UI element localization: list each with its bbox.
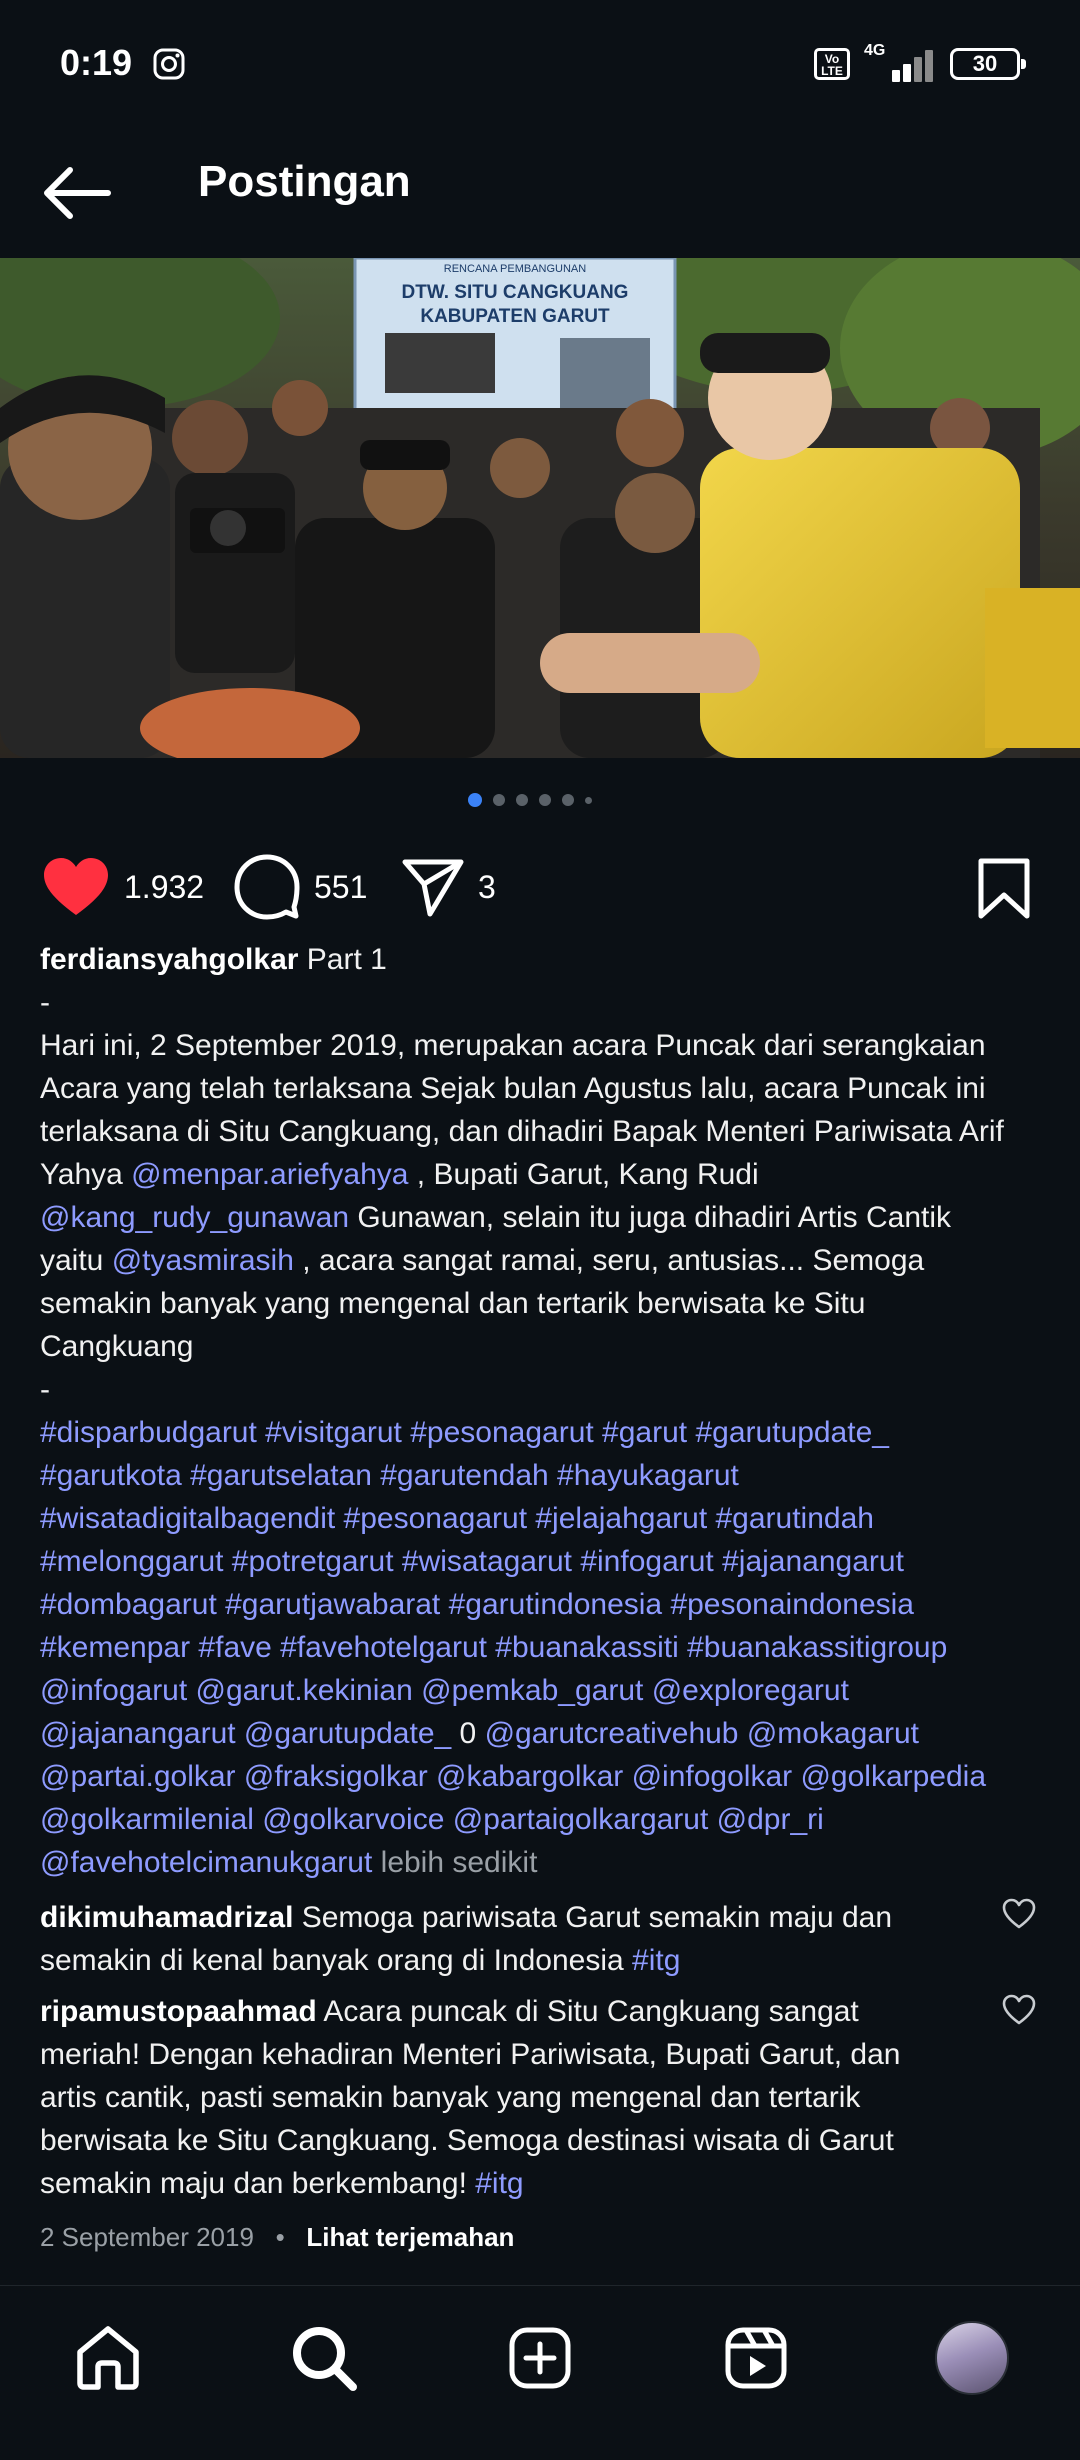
mention-line[interactable]: @golkarmilenial @golkarvoice @partaigolk…: [40, 1798, 1050, 1841]
heart-filled-icon[interactable]: [42, 857, 110, 917]
status-time: 0:19: [60, 42, 133, 83]
hashtag-line[interactable]: #kemenpar #fave #favehotelgarut #buanaka…: [40, 1626, 1050, 1669]
hashtag-line[interactable]: #disparbudgarut #visitgarut #pesonagarut…: [40, 1411, 1050, 1454]
reels-icon[interactable]: [724, 2326, 788, 2390]
comment-text: Semoga pariwisata Garut semakin maju dan: [293, 1901, 893, 1934]
carousel-dot-small: [585, 796, 592, 804]
carousel-dot: [539, 794, 551, 806]
caption-text-4a: Yahya: [40, 1158, 132, 1191]
caption-text-8: Cangkuang: [40, 1330, 194, 1363]
page-title: Postingan: [198, 157, 411, 206]
nav-reels[interactable]: [716, 2318, 796, 2398]
comment-icon[interactable]: [234, 854, 300, 920]
comment-text: semakin di kenal banyak orang di Indones…: [40, 1944, 633, 1977]
add-post-icon[interactable]: [508, 2326, 572, 2390]
comment-item: dikimuhamadrizal Semoga pariwisata Garut…: [40, 1896, 1000, 1982]
share-action[interactable]: 3: [402, 838, 496, 936]
post-caption: ferdiansyahgolkar Part 1 - Hari ini, 2 S…: [40, 938, 1050, 1884]
carousel-dot: [516, 794, 528, 806]
caption-text-3: terlaksana di Situ Cangkuang, dan dihadi…: [40, 1115, 1004, 1148]
comment-hashtag[interactable]: #itg: [475, 2167, 523, 2200]
carousel-dot: [562, 794, 574, 806]
caption-dash-2: -: [40, 1373, 50, 1406]
comment-action[interactable]: 551: [234, 838, 367, 936]
mention-favehotel[interactable]: @favehotelcimanukgarut: [40, 1846, 372, 1879]
bottom-navigation: [0, 2285, 1080, 2460]
instagram-post-screen: 0:19 Vo LTE 4G 30 Postingan RENCANA PEMB…: [0, 0, 1080, 2460]
post-photo-illustration: RENCANA PEMBANGUNAN DTW. SITU CANGKUANG …: [0, 258, 1080, 758]
hashtag-block: #disparbudgarut #visitgarut #pesonagarut…: [40, 1411, 1050, 1884]
nav-search[interactable]: [284, 2318, 364, 2398]
comment-text: semakin maju dan berkembang!: [40, 2167, 476, 2200]
caption-username[interactable]: ferdiansyahgolkar: [40, 943, 298, 976]
comment-username[interactable]: dikimuhamadrizal: [40, 1901, 293, 1934]
caption-text-7: semakin banyak yang mengenal dan tertari…: [40, 1287, 866, 1320]
status-indicators: Vo LTE 4G 30: [814, 42, 1026, 84]
signal-icon: 4G: [864, 42, 936, 82]
post-meta: 2 September 2019 • Lihat terjemahan: [40, 2222, 514, 2253]
search-icon[interactable]: [291, 2325, 357, 2391]
carousel-dot: [493, 794, 505, 806]
mention-tyasmirasih[interactable]: @tyasmirasih: [112, 1244, 294, 1277]
stray-zero: 0: [451, 1717, 485, 1750]
hashtag-line[interactable]: #wisatadigitalbagendit #pesonagarut #jel…: [40, 1497, 1050, 1540]
comment-count[interactable]: 551: [314, 869, 367, 906]
caption-text-6a: yaitu: [40, 1244, 112, 1277]
caption-text-5: Gunawan, selain itu juga dihadiri Artis …: [349, 1201, 952, 1234]
caption-text-2: Acara yang telah terlaksana Sejak bulan …: [40, 1072, 986, 1105]
comment-like-heart-icon[interactable]: [1002, 1994, 1036, 2026]
carousel-dot-active: [468, 793, 482, 807]
hashtag-line[interactable]: #dombagarut #garutjawabarat #garutindone…: [40, 1583, 1050, 1626]
mention-kang-rudy[interactable]: @kang_rudy_gunawan: [40, 1201, 349, 1234]
nav-profile[interactable]: [932, 2318, 1012, 2398]
comment-text: artis cantik, pasti semakin banyak yang …: [40, 2081, 861, 2114]
like-action[interactable]: 1.932: [42, 838, 204, 936]
mention-line-8a[interactable]: @jajanangarut @garutupdate_: [40, 1717, 451, 1750]
nav-home[interactable]: [68, 2318, 148, 2398]
mention-line-8c[interactable]: @garutcreativehub @mokagarut: [485, 1717, 919, 1750]
comment-item: ripamustopaahmad Acara puncak di Situ Ca…: [40, 1990, 1000, 2205]
caption-part: Part 1: [306, 943, 387, 976]
comment-text: berwisata ke Situ Cangkuang. Semoga dest…: [40, 2124, 894, 2157]
hashtag-line[interactable]: #melonggarut #potretgarut #wisatagarut #…: [40, 1540, 1050, 1583]
status-bar: 0:19 Vo LTE 4G 30: [0, 0, 1080, 130]
instagram-notification-icon: [153, 48, 185, 80]
banner-line-1: RENCANA PEMBANGUNAN: [444, 263, 586, 275]
see-translation-link[interactable]: Lihat terjemahan: [306, 2222, 514, 2252]
post-image[interactable]: RENCANA PEMBANGUNAN DTW. SITU CANGKUANG …: [0, 258, 1080, 758]
volte-icon: Vo LTE: [814, 48, 850, 80]
battery-icon: 30: [950, 48, 1026, 80]
caption-dash: -: [40, 986, 50, 1019]
bookmark-icon[interactable]: [976, 858, 1032, 920]
share-count[interactable]: 3: [478, 869, 496, 906]
back-arrow-icon[interactable]: [38, 158, 112, 228]
post-date: 2 September 2019: [40, 2222, 254, 2252]
mention-line[interactable]: @partai.golkar @fraksigolkar @kabargolka…: [40, 1755, 1050, 1798]
comment-username[interactable]: ripamustopaahmad: [40, 1995, 317, 2028]
post-actions: 1.932 551 3: [0, 838, 1080, 936]
caption-text-6b: , acara sangat ramai, seru, antusias... …: [293, 1244, 925, 1277]
home-icon[interactable]: [74, 2325, 142, 2391]
nav-create[interactable]: [500, 2318, 580, 2398]
comment-hashtag[interactable]: #itg: [632, 1944, 680, 1977]
like-count[interactable]: 1.932: [124, 869, 204, 906]
profile-avatar[interactable]: [935, 2321, 1009, 2395]
banner-line-3: KABUPATEN GARUT: [420, 306, 610, 327]
mention-line[interactable]: @infogarut @garut.kekinian @pemkab_garut…: [40, 1669, 1050, 1712]
send-icon[interactable]: [402, 857, 464, 917]
banner-line-2: DTW. SITU CANGKUANG: [402, 282, 629, 303]
hashtag-line[interactable]: #garutkota #garutselatan #garutendah #ha…: [40, 1454, 1050, 1497]
comment-text: meriah! Dengan kehadiran Menteri Pariwis…: [40, 2038, 901, 2071]
caption-text-1: Hari ini, 2 September 2019, merupakan ac…: [40, 1029, 986, 1062]
top-app-bar: Postingan: [0, 130, 1080, 258]
comment-text: Acara puncak di Situ Cangkuang sangat: [316, 1995, 859, 2028]
battery-level: 30: [972, 51, 998, 76]
show-less-link[interactable]: lebih sedikit: [372, 1846, 538, 1879]
caption-text-4b: , Bupati Garut, Kang Rudi: [408, 1158, 759, 1191]
carousel-indicator: [0, 790, 1080, 810]
comment-like-heart-icon[interactable]: [1002, 1898, 1036, 1930]
meta-separator: •: [275, 2222, 285, 2252]
mention-menpar[interactable]: @menpar.ariefyahya: [131, 1158, 408, 1191]
